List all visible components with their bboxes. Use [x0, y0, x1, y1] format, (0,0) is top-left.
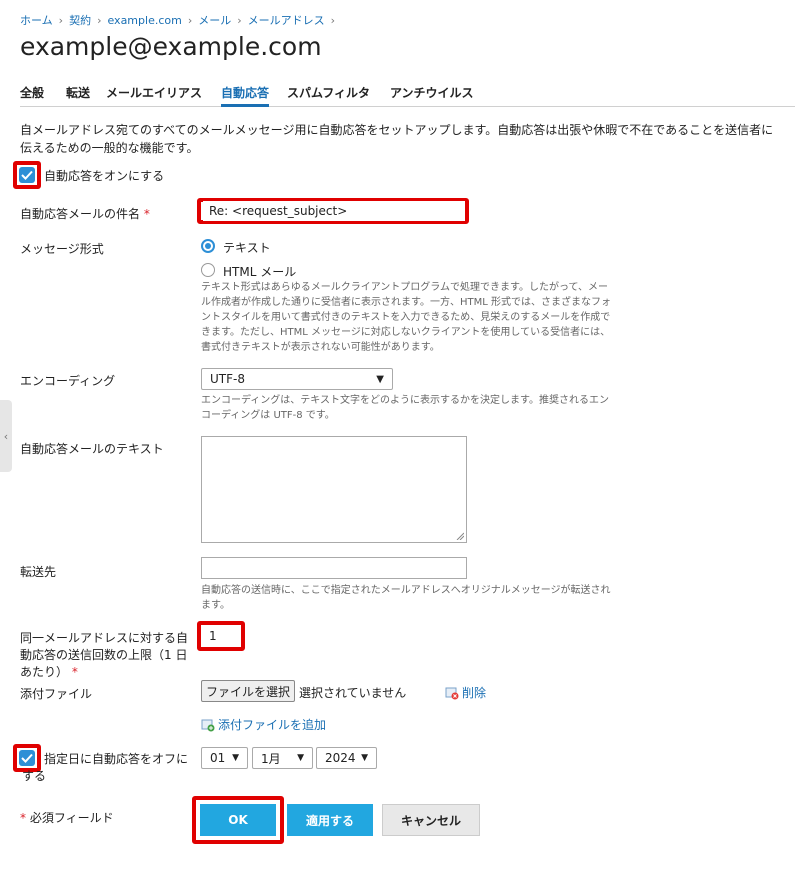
cancel-button[interactable]: キャンセル	[382, 804, 480, 836]
apply-button[interactable]: 適用する	[287, 804, 373, 836]
chevron-down-icon: ▼	[361, 753, 368, 763]
limit-input[interactable]: 1	[203, 625, 241, 647]
chevron-right-icon: ›	[97, 14, 102, 27]
sidebar-collapse-handle[interactable]: ‹	[0, 400, 12, 472]
body-text-label: 自動応答メールのテキスト	[20, 442, 164, 456]
intro-text: 自メールアドレス宛てのすべてのメールメッセージ用に自動応答をセットアップします。…	[20, 123, 774, 155]
tab-bar: 全般 転送 メールエイリアス 自動応答 スパムフィルタ アンチウイルス	[20, 84, 795, 107]
check-icon	[21, 170, 33, 180]
breadcrumb-contract[interactable]: 契約	[69, 14, 91, 27]
format-text-label: テキスト	[223, 241, 271, 255]
auto-off-month-select[interactable]: 1月 ▼	[252, 747, 313, 769]
ok-button[interactable]: OK	[200, 804, 276, 836]
chevron-right-icon: ›	[237, 14, 242, 27]
enable-autoresponder-label: 自動応答をオンにする	[44, 169, 165, 183]
breadcrumb: ホーム › 契約 › example.com › メール › メールアドレス ›	[20, 12, 341, 28]
format-hint: テキスト形式はあらゆるメールクライアントプログラムで処理できます。したがって、メ…	[201, 282, 612, 353]
page-title: example@example.com	[20, 32, 322, 61]
chevron-right-icon: ›	[330, 14, 336, 27]
attachment-label: 添付ファイル	[20, 687, 93, 701]
tab-antivirus[interactable]: アンチウイルス	[390, 84, 474, 104]
message-format-label: メッセージ形式	[20, 242, 104, 256]
chevron-down-icon: ▼	[232, 753, 239, 763]
tab-forwarding[interactable]: 転送	[66, 84, 90, 104]
tab-general[interactable]: 全般	[20, 84, 44, 104]
no-file-selected-text: 選択されていません	[299, 686, 407, 700]
body-text-textarea[interactable]	[201, 436, 467, 543]
limit-label: 同一メールアドレスに対する自動応答の送信回数の上限（1 日あたり） *	[20, 631, 189, 679]
required-fields-note: * 必須フィールド	[20, 811, 114, 825]
tab-autoresponder[interactable]: 自動応答	[221, 84, 270, 107]
tab-spam-filter[interactable]: スパムフィルタ	[287, 84, 370, 104]
add-attachment-icon	[201, 719, 215, 731]
delete-attachment-icon	[445, 687, 459, 699]
encoding-hint: エンコーディングは、テキスト文字をどのように表示するかを決定します。推奨されるエ…	[201, 395, 609, 421]
forward-to-input[interactable]	[201, 557, 467, 579]
format-html-radio[interactable]	[201, 263, 215, 277]
resize-handle-icon[interactable]	[456, 532, 464, 540]
breadcrumb-home[interactable]: ホーム	[20, 14, 53, 27]
forward-to-label: 転送先	[20, 565, 57, 579]
chevron-left-icon: ‹	[3, 429, 9, 443]
chevron-down-icon: ▼	[297, 753, 304, 763]
delete-attachment-label: 削除	[462, 686, 487, 700]
chevron-right-icon: ›	[58, 14, 64, 27]
month-value: 1月	[261, 751, 281, 766]
auto-off-year-select[interactable]: 2024 ▼	[316, 747, 377, 769]
chevron-right-icon: ›	[187, 14, 193, 27]
day-value: 01	[210, 751, 226, 765]
forward-to-hint: 自動応答の送信時に、ここで指定されたメールアドレスへオリジナルメッセージが転送さ…	[201, 585, 611, 611]
auto-off-label: 指定日に自動応答をオフにする	[22, 752, 189, 783]
encoding-label: エンコーディング	[20, 374, 116, 388]
subject-input[interactable]: Re: <request_subject>	[203, 201, 465, 221]
enable-autoresponder-checkbox[interactable]	[19, 167, 35, 183]
breadcrumb-mail-address[interactable]: メールアドレス	[248, 14, 325, 27]
encoding-select[interactable]: UTF-8 ▼	[201, 368, 393, 390]
choose-file-button[interactable]: ファイルを選択	[201, 680, 295, 702]
encoding-value: UTF-8	[210, 372, 245, 386]
format-text-radio[interactable]	[201, 239, 215, 253]
add-attachment-label: 添付ファイルを追加	[218, 718, 327, 732]
chevron-down-icon: ▼	[376, 373, 384, 385]
add-attachment-link[interactable]: 添付ファイルを追加	[201, 716, 326, 733]
auto-off-day-select[interactable]: 01 ▼	[201, 747, 248, 769]
breadcrumb-mail[interactable]: メール	[198, 14, 231, 27]
year-value: 2024	[325, 751, 356, 765]
subject-label: 自動応答メールの件名 *	[20, 207, 150, 221]
breadcrumb-domain[interactable]: example.com	[107, 14, 181, 27]
delete-attachment-link[interactable]: 削除	[445, 684, 486, 701]
tab-mail-aliases[interactable]: メールエイリアス	[106, 84, 202, 104]
format-html-label: HTML メール	[223, 265, 297, 279]
